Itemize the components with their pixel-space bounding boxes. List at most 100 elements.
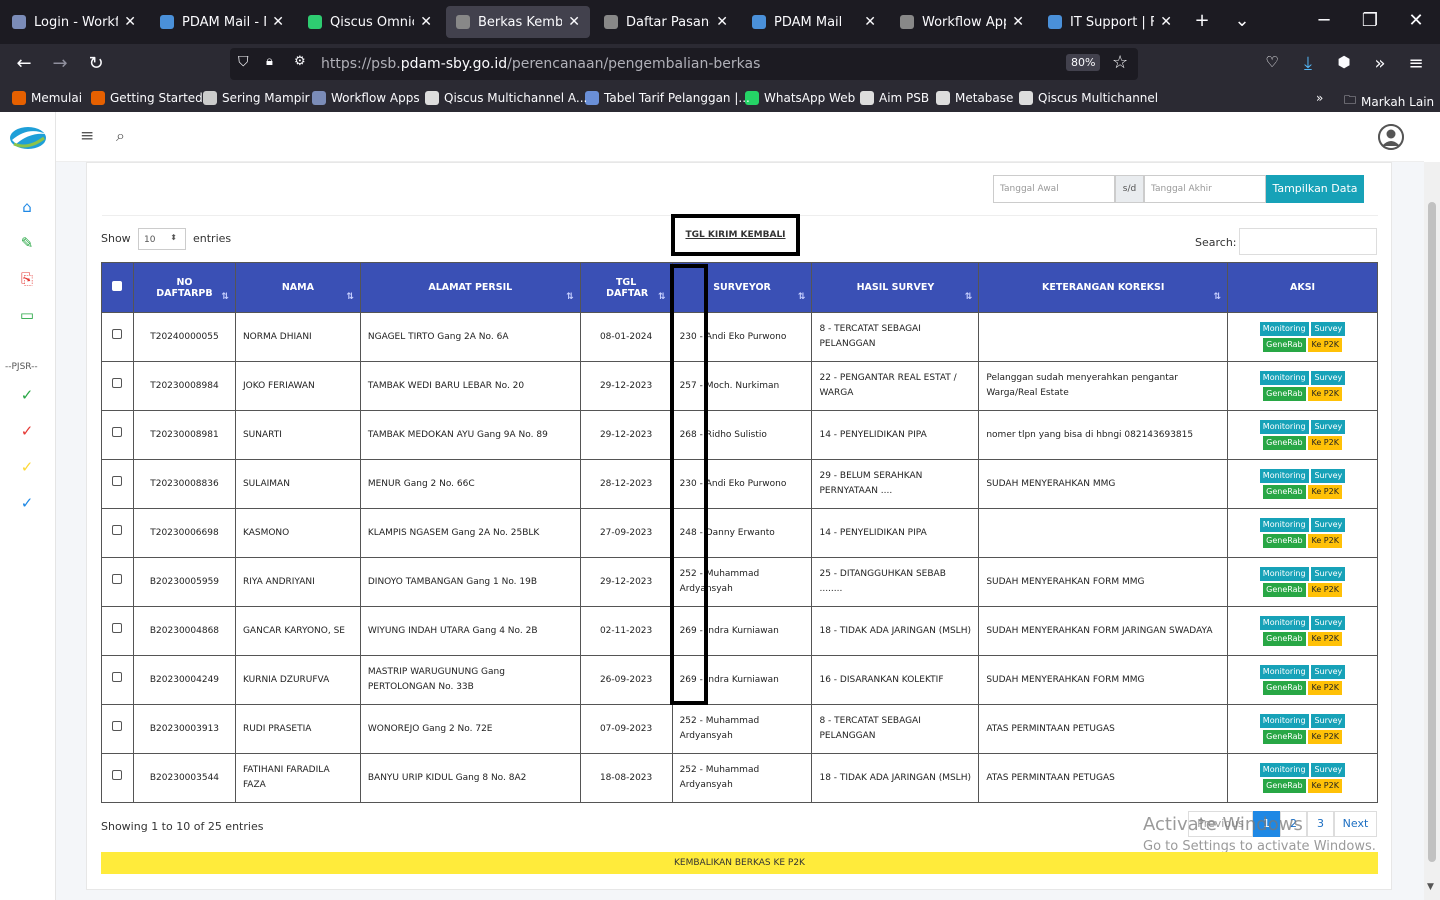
survey-button[interactable]: Survey [1311, 665, 1346, 679]
show-data-button[interactable]: Tampilkan Data [1266, 175, 1364, 203]
check-icon-green[interactable]: ✓ [16, 386, 38, 404]
survey-button[interactable]: Survey [1311, 567, 1346, 581]
tab-close-icon[interactable]: ✕ [1012, 14, 1024, 30]
survey-button[interactable]: Survey [1311, 518, 1346, 532]
restore-icon[interactable]: ❐ [1356, 10, 1384, 31]
monitoring-button[interactable]: Monitoring [1259, 567, 1309, 581]
row-select-cell[interactable] [101, 753, 134, 803]
hamburger-icon[interactable]: ≡ [80, 126, 94, 146]
row-checkbox[interactable] [112, 623, 123, 633]
row-select-cell[interactable] [101, 655, 134, 705]
generab-button[interactable]: GeneRab [1263, 436, 1306, 450]
tab-close-icon[interactable]: ✕ [1160, 14, 1172, 30]
bookmark-item[interactable]: Metabase [936, 91, 1013, 105]
row-checkbox[interactable] [112, 378, 123, 388]
tab-close-icon[interactable]: ✕ [568, 14, 580, 30]
generab-button[interactable]: GeneRab [1263, 338, 1306, 352]
tab-close-icon[interactable]: ✕ [420, 14, 432, 30]
table-search-input[interactable] [1239, 228, 1377, 255]
scroll-down-icon[interactable]: ▼ [1427, 882, 1434, 892]
generab-button[interactable]: GeneRab [1263, 485, 1306, 499]
tab-close-icon[interactable]: ✕ [124, 14, 136, 30]
survey-button[interactable]: Survey [1311, 616, 1346, 630]
header-tgl-daftar[interactable]: TGL DAFTAR ⇅ [579, 262, 673, 313]
check-icon-yellow[interactable]: ✓ [16, 458, 38, 476]
header-alamat[interactable]: ALAMAT PERSIL ⇅ [359, 262, 581, 313]
other-bookmarks[interactable]: 🗀 Markah Lain [1344, 91, 1434, 112]
minimize-icon[interactable]: ─ [1310, 10, 1338, 31]
ke-p2k-button[interactable]: Ke P2K [1308, 436, 1342, 450]
bookmark-item[interactable]: WhatsApp Web [745, 91, 855, 105]
user-avatar[interactable] [1378, 124, 1404, 150]
monitoring-button[interactable]: Monitoring [1259, 469, 1309, 483]
row-checkbox[interactable] [112, 427, 123, 437]
copy-icon[interactable]: ⎘ [16, 270, 38, 288]
check-icon-blue[interactable]: ✓ [16, 494, 38, 512]
row-select-cell[interactable] [101, 508, 134, 558]
row-select-cell[interactable] [101, 704, 134, 754]
select-all-checkbox[interactable] [112, 281, 123, 291]
browser-tab[interactable]: Berkas Kembali | PDA ✕ [446, 6, 590, 38]
row-checkbox[interactable] [112, 574, 123, 584]
select-all-header[interactable] [101, 262, 134, 313]
monitoring-button[interactable]: Monitoring [1259, 420, 1309, 434]
row-checkbox[interactable] [112, 721, 123, 731]
scrollbar-thumb[interactable] [1428, 202, 1436, 862]
row-select-cell[interactable] [101, 557, 134, 607]
monitoring-button[interactable]: Monitoring [1259, 616, 1309, 630]
ke-p2k-button[interactable]: Ke P2K [1308, 632, 1342, 646]
tab-close-icon[interactable]: ✕ [272, 14, 284, 30]
bookmark-item[interactable]: Qiscus Multichannel [1019, 91, 1158, 105]
new-tab-icon[interactable]: + [1188, 10, 1216, 31]
menu-icon[interactable]: ≡ [1404, 53, 1428, 74]
row-select-cell[interactable] [101, 410, 134, 460]
forward-icon[interactable]: → [48, 53, 72, 74]
ke-p2k-button[interactable]: Ke P2K [1308, 534, 1342, 548]
monitoring-button[interactable]: Monitoring [1259, 665, 1309, 679]
header-no-daftar[interactable]: NO DAFTARPB ⇅ [132, 262, 236, 313]
ke-p2k-button[interactable]: Ke P2K [1308, 681, 1342, 695]
ke-p2k-button[interactable]: Ke P2K [1308, 485, 1342, 499]
row-checkbox[interactable] [112, 525, 123, 535]
row-select-cell[interactable] [101, 606, 134, 656]
tab-close-icon[interactable]: ✕ [716, 14, 728, 30]
back-icon[interactable]: ← [12, 53, 36, 74]
length-select[interactable]: 10 ⬍ [138, 228, 186, 250]
row-select-cell[interactable] [101, 361, 134, 411]
monitoring-button[interactable]: Monitoring [1259, 371, 1309, 385]
monitoring-button[interactable]: Monitoring [1259, 763, 1309, 777]
survey-button[interactable]: Survey [1311, 322, 1346, 336]
more-bookmarks-icon[interactable]: » [1316, 91, 1323, 105]
ke-p2k-button[interactable]: Ke P2K [1308, 387, 1342, 401]
bookmark-item[interactable]: Qiscus Multichannel A... [425, 91, 587, 105]
bookmark-item[interactable]: Getting Started [91, 91, 203, 105]
home-icon[interactable]: ⌂ [16, 198, 38, 216]
header-hasil-survey[interactable]: HASIL SURVEY ⇅ [811, 262, 980, 313]
header-keterangan[interactable]: KETERANGAN KOREKSI ⇅ [978, 262, 1229, 313]
row-select-cell[interactable] [101, 312, 134, 362]
generab-button[interactable]: GeneRab [1263, 730, 1306, 744]
bookmark-item[interactable]: Workflow Apps [312, 91, 420, 105]
tab-list-icon[interactable]: ⌄ [1228, 10, 1256, 31]
browser-tab[interactable]: PDAM Mail - Ma ✕ [150, 6, 294, 38]
reload-icon[interactable]: ↻ [84, 53, 108, 74]
bookmark-item[interactable]: Tabel Tarif Pelanggan |... [585, 91, 750, 105]
bookmark-item[interactable]: Sering Mampir [203, 91, 310, 105]
more-tools-icon[interactable]: » [1368, 53, 1392, 74]
generab-button[interactable]: GeneRab [1263, 583, 1306, 597]
url-text[interactable]: https://psb.pdam-sby.go.id/perencanaan/p… [321, 56, 760, 72]
bookmark-item[interactable]: Aim PSB [860, 91, 929, 105]
start-date-input[interactable]: Tanggal Awal [993, 175, 1115, 203]
browser-tab[interactable]: Qiscus Omnichan ✕ [298, 6, 442, 38]
survey-button[interactable]: Survey [1311, 469, 1346, 483]
generab-button[interactable]: GeneRab [1263, 387, 1306, 401]
ke-p2k-button[interactable]: Ke P2K [1308, 730, 1342, 744]
survey-button[interactable]: Survey [1311, 371, 1346, 385]
survey-button[interactable]: Survey [1311, 763, 1346, 777]
window-close-icon[interactable]: ✕ [1402, 10, 1430, 31]
bookmark-item[interactable]: Memulai [12, 91, 82, 105]
browser-tab[interactable]: Login - Workflow ✕ [2, 6, 146, 38]
row-checkbox[interactable] [112, 672, 123, 682]
row-checkbox[interactable] [112, 476, 123, 486]
row-select-cell[interactable] [101, 459, 134, 509]
